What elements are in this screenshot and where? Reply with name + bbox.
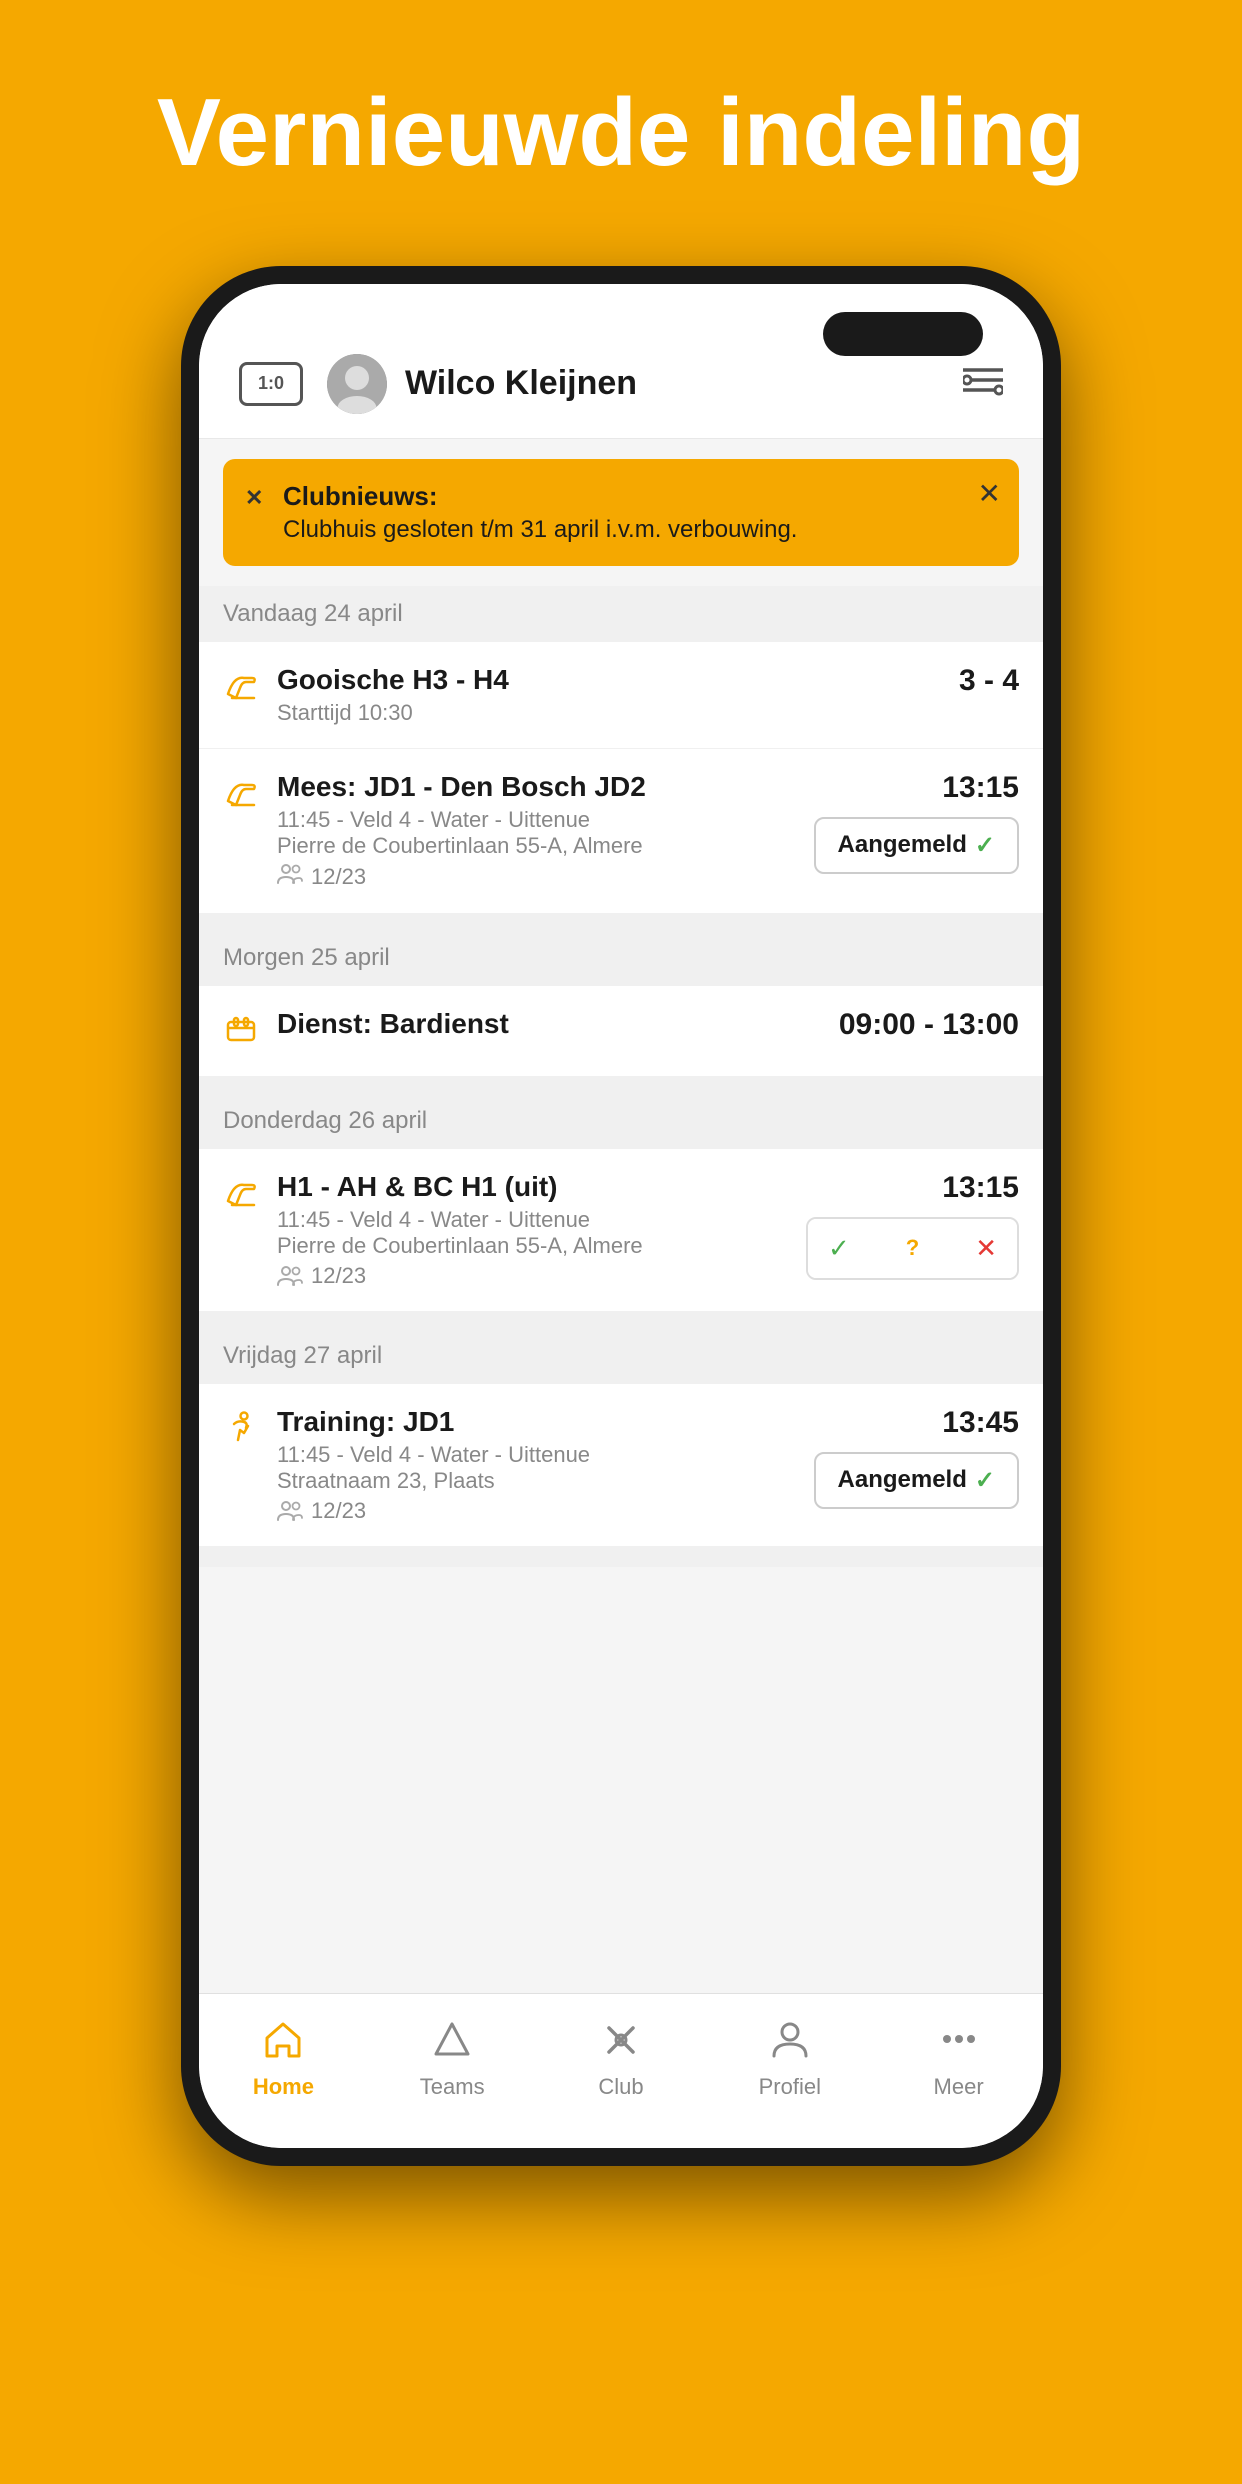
- team-icon: [277, 863, 303, 891]
- event-time-5: 13:45: [942, 1406, 1019, 1440]
- teams-icon: [432, 2020, 472, 2068]
- event-title: Gooische H3 - H4: [277, 664, 941, 696]
- aangemeld-button-2[interactable]: Aangemeld ✓: [814, 1452, 1019, 1509]
- check-icon-2: ✓: [975, 1466, 995, 1495]
- nav-label-home: Home: [253, 2074, 314, 2100]
- rsvp-buttons: ✓ ? ✕: [806, 1217, 1019, 1280]
- section-gap-3: [199, 1312, 1043, 1328]
- event-right-2: 13:15 Aangemeld ✓: [814, 771, 1019, 874]
- training-icon: [223, 1410, 259, 1452]
- service-icon: [223, 1012, 259, 1054]
- notif-text: Clubnieuws: Clubhuis gesloten t/m 31 apr…: [283, 481, 797, 544]
- notif-x-icon: ✕: [245, 485, 263, 511]
- event-time-3: 09:00 - 13:00: [839, 1008, 1019, 1042]
- nav-item-club[interactable]: Club: [537, 2012, 706, 2108]
- event-details-3: Dienst: Bardienst: [277, 1008, 821, 1040]
- event-right-4: 13:15 ✓ ? ✕: [806, 1171, 1019, 1280]
- event-right-3: 09:00 - 13:00: [839, 1008, 1019, 1042]
- event-subtitle: Starttijd 10:30: [277, 700, 941, 726]
- scroll-area: ✕ Clubnieuws: Clubhuis gesloten t/m 31 a…: [199, 439, 1043, 1993]
- event-time-4: 13:15: [942, 1171, 1019, 1205]
- event-team-count-2: 12/23: [277, 863, 796, 891]
- rsvp-yes-button[interactable]: ✓: [808, 1219, 870, 1278]
- event-details: Gooische H3 - H4 Starttijd 10:30: [277, 664, 941, 726]
- nav-item-teams[interactable]: Teams: [368, 2012, 537, 2108]
- team-count-label: 12/23: [311, 864, 366, 890]
- profiel-icon: [770, 2020, 810, 2068]
- hockey-icon: [223, 668, 259, 710]
- event-location-4: Pierre de Coubertinlaan 55-A, Almere: [277, 1233, 788, 1259]
- aangemeld-button[interactable]: Aangemeld ✓: [814, 817, 1019, 874]
- header-profile: Wilco Kleijnen: [327, 354, 963, 414]
- team-count-4: 12/23: [311, 1263, 366, 1289]
- date-section-friday: Vrijdag 27 april: [199, 1328, 1043, 1384]
- screen-content: 1:0 Wilco Kleijnen: [199, 284, 1043, 2148]
- event-title-2: Mees: JD1 - Den Bosch JD2: [277, 771, 796, 803]
- event-item-4: H1 - AH & BC H1 (uit) 11:45 - Veld 4 - W…: [199, 1149, 1043, 1312]
- rsvp-no-button[interactable]: ✕: [955, 1219, 1017, 1278]
- nav-label-profiel: Profiel: [759, 2074, 821, 2100]
- event-team-count-4: 12/23: [277, 1263, 788, 1289]
- phone-shell: 1:0 Wilco Kleijnen: [181, 266, 1061, 2166]
- section-gap-2: [199, 1077, 1043, 1093]
- date-section-thursday: Donderdag 26 april: [199, 1093, 1043, 1149]
- team-count-5: 12/23: [311, 1498, 366, 1524]
- event-item: Gooische H3 - H4 Starttijd 10:30 3 - 4: [199, 642, 1043, 749]
- date-section-today: Vandaag 24 april: [199, 586, 1043, 642]
- hockey-icon-2: [223, 775, 259, 817]
- event-details-5: Training: JD1 11:45 - Veld 4 - Water - U…: [277, 1406, 796, 1524]
- avatar[interactable]: [327, 354, 387, 414]
- meer-icon: [939, 2020, 979, 2068]
- check-icon: ✓: [975, 831, 995, 860]
- nav-item-home[interactable]: Home: [199, 2012, 368, 2108]
- event-title-5: Training: JD1: [277, 1406, 796, 1438]
- bottom-gap: [199, 1547, 1043, 1567]
- hockey-icon-3: [223, 1175, 259, 1217]
- date-section-tomorrow: Morgen 25 april: [199, 930, 1043, 986]
- nav-label-club: Club: [598, 2074, 643, 2100]
- notification-banner: ✕ Clubnieuws: Clubhuis gesloten t/m 31 a…: [223, 459, 1019, 566]
- event-location-5: Straatnaam 23, Plaats: [277, 1468, 796, 1494]
- event-time-2: 13:15: [942, 771, 1019, 805]
- header-username: Wilco Kleijnen: [405, 364, 637, 403]
- event-title-3: Dienst: Bardienst: [277, 1008, 821, 1040]
- event-right: 3 - 4: [959, 664, 1019, 698]
- app-header: 1:0 Wilco Kleijnen: [199, 284, 1043, 439]
- phone-mockup: 1:0 Wilco Kleijnen: [181, 266, 1061, 2166]
- event-item: Mees: JD1 - Den Bosch JD2 11:45 - Veld 4…: [199, 749, 1043, 914]
- aangemeld-label-2: Aangemeld: [838, 1466, 967, 1494]
- notif-body: Clubhuis gesloten t/m 31 april i.v.m. ve…: [283, 516, 797, 544]
- score-icon[interactable]: 1:0: [239, 362, 303, 406]
- event-details-2: Mees: JD1 - Den Bosch JD2 11:45 - Veld 4…: [277, 771, 796, 891]
- event-sub-5: 11:45 - Veld 4 - Water - Uittenue: [277, 1442, 796, 1468]
- notif-title: Clubnieuws:: [283, 481, 797, 512]
- event-sub-2: 11:45 - Veld 4 - Water - Uittenue: [277, 807, 796, 833]
- event-sub-4: 11:45 - Veld 4 - Water - Uittenue: [277, 1207, 788, 1233]
- event-item-3: Dienst: Bardienst 09:00 - 13:00: [199, 986, 1043, 1077]
- page-headline: Vernieuwde indeling: [117, 80, 1125, 186]
- event-score: 3 - 4: [959, 664, 1019, 698]
- aangemeld-label: Aangemeld: [838, 831, 967, 859]
- rsvp-maybe-button[interactable]: ?: [886, 1219, 939, 1278]
- event-right-5: 13:45 Aangemeld ✓: [814, 1406, 1019, 1509]
- nav-label-teams: Teams: [420, 2074, 485, 2100]
- settings-icon[interactable]: [963, 364, 1003, 403]
- section-gap: [199, 914, 1043, 930]
- event-item-5: Training: JD1 11:45 - Veld 4 - Water - U…: [199, 1384, 1043, 1547]
- event-title-4: H1 - AH & BC H1 (uit): [277, 1171, 788, 1203]
- notif-close-icon[interactable]: ✕: [978, 477, 1001, 510]
- phone-screen: 1:0 Wilco Kleijnen: [199, 284, 1043, 2148]
- bottom-nav: Home Teams: [199, 1993, 1043, 2148]
- nav-label-meer: Meer: [934, 2074, 984, 2100]
- event-team-count-5: 12/23: [277, 1498, 796, 1524]
- event-location-2: Pierre de Coubertinlaan 55-A, Almere: [277, 833, 796, 859]
- home-icon: [263, 2020, 303, 2068]
- nav-item-profiel[interactable]: Profiel: [705, 2012, 874, 2108]
- phone-notch: [823, 312, 983, 356]
- event-details-4: H1 - AH & BC H1 (uit) 11:45 - Veld 4 - W…: [277, 1171, 788, 1289]
- nav-item-meer[interactable]: Meer: [874, 2012, 1043, 2108]
- club-icon: [601, 2020, 641, 2068]
